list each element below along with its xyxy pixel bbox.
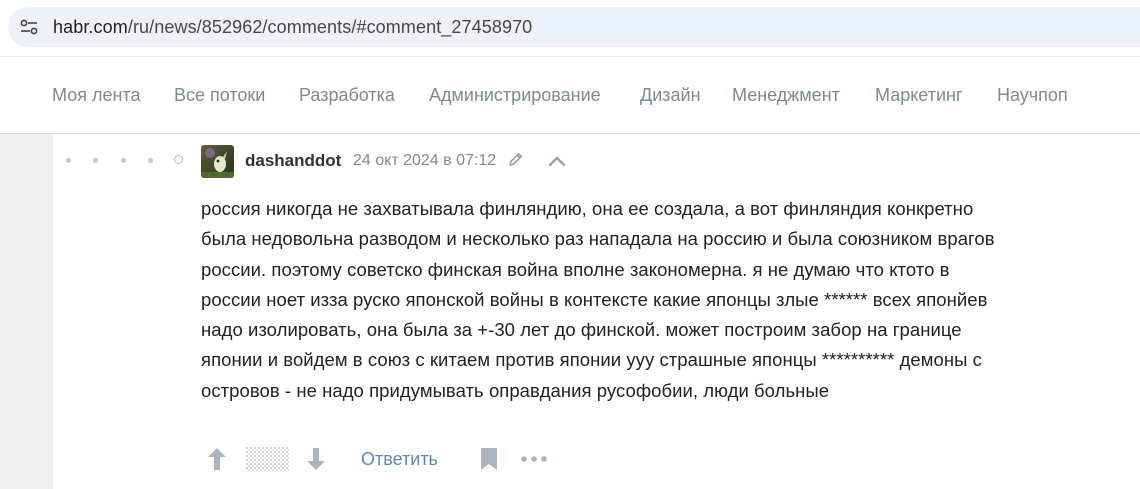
- comment-line: островов - не надо придумывать оправдани…: [201, 379, 830, 401]
- nav-item-marketing[interactable]: Маркетинг: [875, 85, 963, 106]
- nav-item-administration[interactable]: Администрирование: [429, 85, 601, 106]
- nav-item-management[interactable]: Менеджмент: [732, 85, 840, 106]
- bookmark-icon[interactable]: [480, 447, 498, 471]
- comment-line: японии и войдем в союз с китаем против я…: [201, 349, 982, 371]
- thread-level-dot: [66, 158, 71, 163]
- nav-item-my-feed[interactable]: Моя лента: [52, 85, 140, 106]
- address-bar[interactable]: habr.com/ru/news/852962/comments/#commen…: [8, 7, 1140, 47]
- chevron-up-icon[interactable]: [547, 154, 567, 168]
- comment-line: россии. поэтому советско финская война в…: [201, 258, 950, 280]
- main-nav: Моя лента Все потоки Разработка Админист…: [0, 56, 1140, 134]
- pencil-icon: [509, 153, 522, 166]
- arrow-down-icon[interactable]: [305, 446, 327, 472]
- nav-item-all-streams[interactable]: Все потоки: [174, 85, 265, 106]
- url-host: habr.com: [53, 17, 128, 37]
- arrow-up-icon[interactable]: [206, 446, 228, 472]
- reply-button[interactable]: Ответить: [361, 449, 438, 470]
- nav-item-popular-science[interactable]: Научпоп: [997, 85, 1068, 106]
- thread-level-dot: [93, 158, 98, 163]
- url-text[interactable]: habr.com/ru/news/852962/comments/#commen…: [53, 17, 532, 38]
- browser-toolbar: habr.com/ru/news/852962/comments/#commen…: [0, 0, 1140, 56]
- thread-level-dot: [121, 158, 126, 163]
- comment-timestamp[interactable]: 24 окт 2024 в 07:12: [353, 152, 496, 170]
- more-horizontal-icon[interactable]: [520, 455, 548, 463]
- comment-line: россии ноет изза руско японской войны в …: [201, 288, 988, 310]
- tune-icon[interactable]: [20, 19, 38, 35]
- thread-level-dot: [148, 158, 153, 163]
- avatar[interactable]: [201, 145, 234, 178]
- comment-line: надо изолировать, она была за +-30 лет д…: [201, 319, 962, 341]
- nav-item-development[interactable]: Разработка: [299, 85, 395, 106]
- hidden-score: [246, 447, 289, 471]
- comment-line: россия никогда не захватывала финляндию,…: [201, 198, 974, 219]
- comment-body: россия никогда не захватывала финляндию,…: [201, 194, 1101, 406]
- comment-author[interactable]: dashanddot: [245, 151, 341, 171]
- url-path: /ru/news/852962/comments/#comment_274589…: [127, 17, 533, 37]
- thread-current-ring[interactable]: [174, 155, 183, 164]
- comment-line: была недовольна разводом и несколько раз…: [201, 228, 995, 250]
- nav-item-design[interactable]: Дизайн: [640, 85, 701, 106]
